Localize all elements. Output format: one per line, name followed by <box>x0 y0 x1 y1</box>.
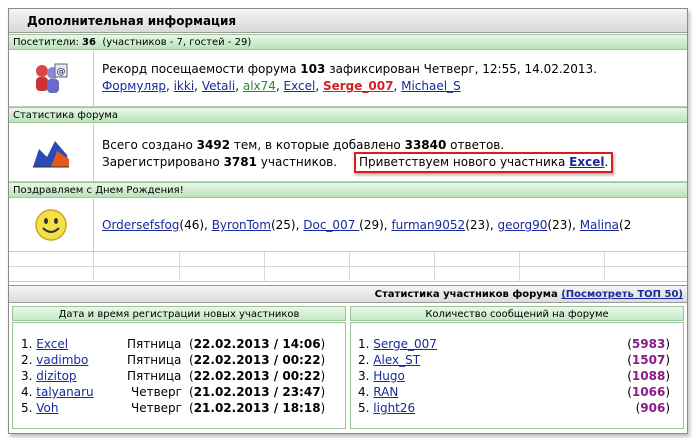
birthday-list: Ordersefsfog(46), ByronTom(25), Doc_007 … <box>102 218 632 232</box>
members-count: 3781 <box>223 155 257 169</box>
birthday-row: Ordersefsfog(46), ByronTom(25), Doc_007 … <box>9 199 687 252</box>
stats-chart-icon <box>33 140 69 167</box>
online-users-list: Формуляр, ikki, Vetali, alx74, Excel, Se… <box>102 79 461 93</box>
new-members-list: 1. Excel Пятница (22.02.2013 / 14:06) 2.… <box>21 336 341 416</box>
birthday-user-link[interactable]: ByronTom <box>212 218 271 232</box>
top-poster-row: 1. Serge_007 (5983) <box>358 337 670 351</box>
forum-info-panel: Дополнительная информация Посетители: 36… <box>8 8 688 434</box>
welcome-highlight: Приветствуем нового участника Excel. <box>354 152 614 173</box>
empty-grid <box>9 252 687 282</box>
user-link-alx74[interactable]: alx74 <box>243 79 276 93</box>
birthday-user-link[interactable]: furman9052 <box>391 218 465 232</box>
birthday-user-link[interactable]: Ordersefsfog <box>102 218 179 232</box>
new-member-row: 2. vadimbo Пятница (22.02.2013 / 00:22) <box>21 353 326 367</box>
forum-stats-row: Всего создано 3492 тем, в которые добавл… <box>9 124 687 182</box>
visitors-row: @ Рекорд посещаемости форума 103 зафикси… <box>9 51 687 107</box>
new-member-row: 4. talyanaru Четверг (21.02.2013 / 23:47… <box>21 385 326 399</box>
user-link-vetali[interactable]: Vetali <box>202 79 235 93</box>
stats-icon-cell <box>9 124 94 181</box>
user-link-excel[interactable]: Excel <box>284 79 316 93</box>
new-member-name-link[interactable]: talyanaru <box>36 385 93 399</box>
user-link-michaels[interactable]: Michael_S <box>401 79 461 93</box>
top-poster-row: 3. Hugo (1088) <box>358 369 670 383</box>
birthday-user-link[interactable]: Malina <box>580 218 619 232</box>
member-stats-title: Статистика участников форума <box>374 289 558 300</box>
member-stats-title-bar: Статистика участников форума (Посмотреть… <box>9 285 687 303</box>
visitors-label: Посетители: <box>13 37 79 48</box>
new-member-link[interactable]: Excel <box>569 155 604 169</box>
user-link-serge007[interactable]: Serge_007 <box>323 79 393 93</box>
panel-header: Дополнительная информация <box>9 9 687 33</box>
forum-stats-bar: Статистика форума <box>9 107 687 123</box>
top-poster-name-link[interactable]: light26 <box>373 401 415 415</box>
top-poster-row: 2. Alex_ST (1507) <box>358 353 670 367</box>
new-member-row: 3. dizitop Пятница (22.02.2013 / 00:22) <box>21 369 326 383</box>
birthday-bar: Поздравляем с Днем Рождения! <box>9 182 687 198</box>
svg-text:@: @ <box>57 67 66 77</box>
new-member-row: 5. Voh Четверг (21.02.2013 / 18:18) <box>21 401 326 415</box>
topics-count: 3492 <box>196 138 231 152</box>
new-members-header: Дата и время регистрации новых участнико… <box>12 306 346 321</box>
top-posters-header: Количество сообщений на форуме <box>350 306 684 321</box>
smiley-icon <box>35 209 67 241</box>
record-line: Рекорд посещаемости форума 103 зафиксиро… <box>102 62 598 76</box>
new-member-row: 1. Excel Пятница (22.02.2013 / 14:06) <box>21 337 326 351</box>
users-online-icon: @ <box>36 63 68 93</box>
posts-count: 33840 <box>404 138 447 152</box>
top-poster-name-link[interactable]: Hugo <box>373 369 405 383</box>
new-member-name-link[interactable]: vadimbo <box>36 353 88 367</box>
birthday-user-link[interactable]: Doc_007 <box>303 218 359 232</box>
birthday-user-link[interactable]: georg90 <box>497 218 547 232</box>
visitors-icon-cell: @ <box>9 51 94 106</box>
top-poster-row: 4. RAN (1066) <box>358 385 670 399</box>
new-member-name-link[interactable]: Voh <box>36 401 58 415</box>
top-poster-name-link[interactable]: Serge_007 <box>373 337 437 351</box>
top50-link[interactable]: (Посмотреть ТОП 50) <box>561 289 683 300</box>
top-poster-row: 5. light26 (906) <box>358 401 670 415</box>
new-member-name-link[interactable]: dizitop <box>36 369 76 383</box>
visitors-total: 36 <box>82 37 96 48</box>
new-member-name-link[interactable]: Excel <box>36 337 68 351</box>
top-poster-name-link[interactable]: Alex_ST <box>373 353 420 367</box>
top-posters-list: 1. Serge_007 (5983) 2. Alex_ST (1507) 3.… <box>358 336 678 416</box>
visitors-detail: (участников - 7, гостей - 29) <box>102 37 252 48</box>
user-link-formulyar[interactable]: Формуляр <box>102 79 166 93</box>
top-poster-name-link[interactable]: RAN <box>373 385 398 399</box>
user-link-ikki[interactable]: ikki <box>174 79 195 93</box>
record-count: 103 <box>300 62 326 76</box>
visitors-bar: Посетители: 36 (участников - 7, гостей -… <box>9 34 687 50</box>
birthday-icon-cell <box>9 199 94 251</box>
